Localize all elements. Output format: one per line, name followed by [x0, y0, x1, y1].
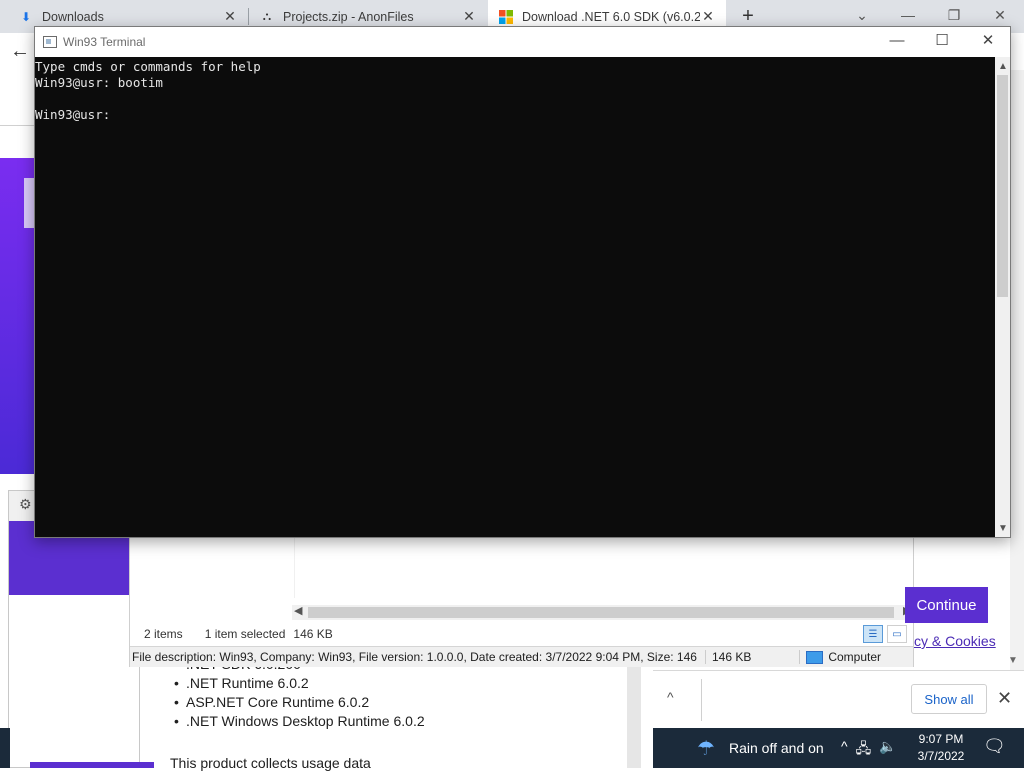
download-icon: ⬇ — [20, 9, 32, 24]
umbrella-icon[interactable]: ☂ — [697, 736, 715, 761]
terminal-titlebar[interactable]: Win93 Terminal — ☐ ✕ — [35, 27, 1010, 57]
anonfiles-icon: ⛬ — [262, 9, 272, 23]
privacy-cookies-link[interactable]: cy & Cookies — [914, 633, 996, 649]
tab-title: Downloads — [42, 9, 104, 24]
new-tab-button[interactable]: + — [736, 4, 760, 28]
location-label: Computer — [828, 650, 882, 664]
details-view-icon[interactable]: ☰ — [863, 625, 883, 643]
tab-title: Download .NET 6.0 SDK (v6.0.20 — [522, 9, 700, 24]
computer-icon — [806, 650, 824, 664]
taskbar: ☂ Rain off and on ^ 🖧 🔈 9:07 PM 3/7/2022… — [653, 728, 1024, 768]
usage-data-notice: This product collects usage data — [170, 755, 371, 771]
file-size: 146 KB — [704, 650, 751, 664]
console-line: Type cmds or commands for help — [35, 59, 261, 74]
microsoft-icon — [498, 9, 514, 25]
selection-size: 146 KB — [293, 627, 333, 641]
taskbar-left-edge — [0, 728, 10, 768]
tab-title: Projects.zip - AnonFiles — [283, 9, 414, 24]
list-item: ASP.NET Core Runtime 6.0.2 — [170, 693, 640, 712]
terminal-console[interactable]: Type cmds or commands for help Win93@usr… — [35, 57, 995, 537]
scroll-down-icon[interactable]: ▼ — [1008, 655, 1018, 666]
clock-date: 3/7/2022 — [917, 749, 965, 763]
scroll-up-icon[interactable]: ▲ — [998, 61, 1008, 72]
installer-accent-bar — [30, 762, 154, 768]
notifications-icon[interactable]: 🗨 — [983, 736, 1006, 757]
tab-search-button[interactable]: ⌄ — [840, 4, 884, 28]
selection-count: 1 item selected — [204, 627, 286, 641]
terminal-minimize-button[interactable]: — — [874, 30, 920, 54]
scroll-left-icon[interactable]: ◀ — [294, 604, 302, 617]
terminal-title: Win93 Terminal — [63, 35, 146, 49]
system-tray: ^ 🖧 🔈 — [841, 738, 897, 762]
terminal-maximize-button[interactable]: ☐ — [919, 30, 965, 54]
scrollbar-thumb[interactable] — [308, 607, 894, 618]
explorer-status-bar: 2 items 1 item selected 146 KB ☰ ▭ — [130, 622, 913, 646]
terminal-close-button[interactable]: ✕ — [965, 30, 1011, 54]
back-button[interactable]: ← — [10, 40, 30, 63]
tab-close-icon[interactable]: ✕ — [700, 8, 716, 25]
download-bar-separator — [701, 679, 702, 721]
file-details-text: File description: Win93, Company: Win93,… — [132, 650, 697, 664]
large-icons-view-icon[interactable]: ▭ — [887, 625, 907, 643]
clock-time: 9:07 PM — [918, 732, 964, 746]
browser-minimize-button[interactable]: — — [886, 4, 930, 28]
weather-widget[interactable]: Rain off and on — [729, 740, 824, 756]
tab-close-icon[interactable]: ✕ — [461, 8, 477, 25]
console-prompt[interactable]: Win93@usr: — [35, 107, 995, 123]
list-item: .NET Windows Desktop Runtime 6.0.2 — [170, 712, 640, 731]
location-cell: Computer — [799, 650, 881, 664]
network-icon[interactable]: 🖧 — [856, 738, 872, 762]
download-bar-close-icon[interactable]: ✕ — [997, 688, 1012, 709]
browser-restore-button[interactable]: ❐ — [932, 4, 976, 28]
installer-scrollbar[interactable] — [627, 660, 641, 768]
terminal-scrollbar-thumb[interactable] — [997, 75, 1008, 297]
installer-app-icon: ⚙ — [19, 496, 32, 512]
terminal-window: Win93 Terminal — ☐ ✕ Type cmds or comman… — [34, 26, 1011, 538]
file-explorer-window: ◀ ▶ 2 items 1 item selected 146 KB ☰ ▭ F… — [129, 537, 914, 667]
terminal-app-icon — [43, 36, 57, 48]
list-item: .NET Runtime 6.0.2 — [170, 674, 640, 693]
console-line: Win93@usr: bootim — [35, 75, 163, 90]
scroll-down-icon[interactable]: ▼ — [998, 523, 1008, 534]
details-bar: File description: Win93, Company: Win93,… — [130, 646, 913, 667]
taskbar-clock[interactable]: 9:07 PM 3/7/2022 — [911, 731, 971, 765]
page-hero-banner — [0, 158, 36, 474]
tray-chevron-icon[interactable]: ^ — [841, 738, 848, 762]
show-all-button[interactable]: Show all — [911, 684, 987, 714]
download-chevron-icon[interactable]: ^ — [667, 689, 674, 705]
continue-button[interactable]: Continue — [905, 587, 988, 623]
nav-pane-divider — [294, 538, 295, 598]
items-count: 2 items — [144, 627, 183, 641]
page-scrollbar[interactable] — [1010, 70, 1024, 670]
browser-close-button[interactable]: ✕ — [978, 4, 1022, 28]
tab-close-icon[interactable]: ✕ — [222, 8, 238, 25]
volume-icon[interactable]: 🔈 — [879, 738, 896, 762]
